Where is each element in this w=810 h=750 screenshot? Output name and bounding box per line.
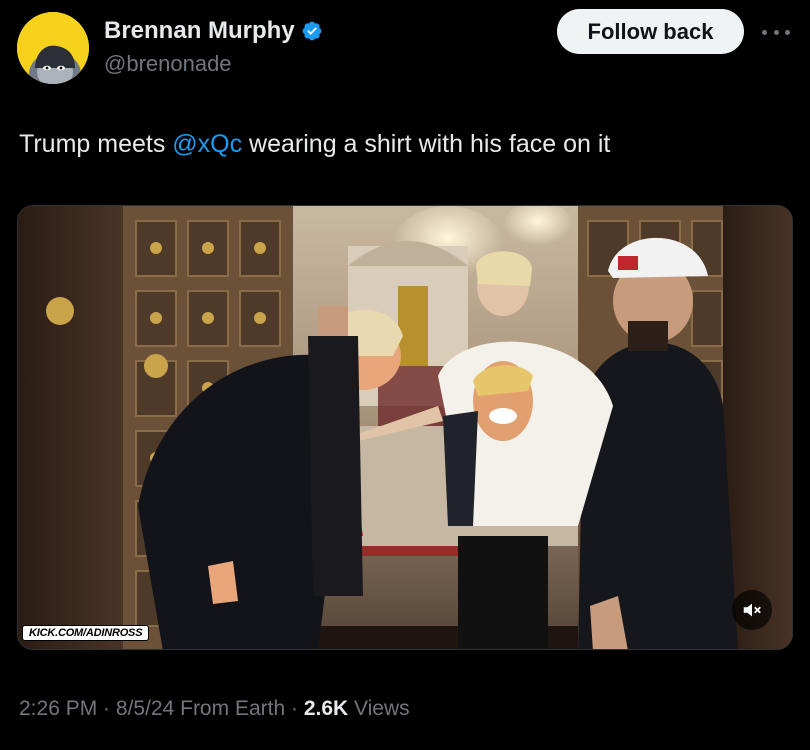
- author-display-name[interactable]: Brennan Murphy: [104, 16, 295, 46]
- video-frame: [18, 206, 792, 649]
- video-watermark: KICK.COM/ADINROSS: [22, 625, 150, 641]
- meta-separator: ·: [285, 697, 304, 720]
- views-label: Views: [348, 697, 410, 720]
- tweet-time[interactable]: 2:26 PM: [19, 697, 97, 720]
- author-name-row[interactable]: Brennan Murphy: [104, 16, 323, 46]
- tweet: Brennan Murphy @brenonade Follow back Tr…: [0, 0, 810, 750]
- tweet-text: Trump meets @xQc wearing a shirt with hi…: [19, 128, 610, 160]
- tweet-text-after: wearing a shirt with his face on it: [242, 130, 611, 158]
- avatar[interactable]: [17, 12, 89, 84]
- tweet-date[interactable]: 8/5/24: [116, 697, 174, 720]
- video-player[interactable]: KICK.COM/ADINROSS: [17, 205, 793, 650]
- volume-muted-icon[interactable]: [732, 590, 772, 630]
- tweet-text-before: Trump meets: [19, 130, 173, 158]
- follow-back-button[interactable]: Follow back: [557, 9, 744, 54]
- tweet-source: From Earth: [174, 697, 286, 720]
- avatar-image: [17, 12, 89, 84]
- views-count[interactable]: 2.6K: [304, 697, 348, 720]
- author-handle[interactable]: @brenonade: [104, 50, 232, 78]
- verified-badge-icon: [301, 20, 323, 42]
- meta-separator: ·: [97, 697, 116, 720]
- more-horizontal-icon[interactable]: [762, 22, 790, 42]
- tweet-meta: 2:26 PM · 8/5/24 From Earth · 2.6K Views: [19, 696, 410, 722]
- mention-link[interactable]: @xQc: [172, 130, 242, 158]
